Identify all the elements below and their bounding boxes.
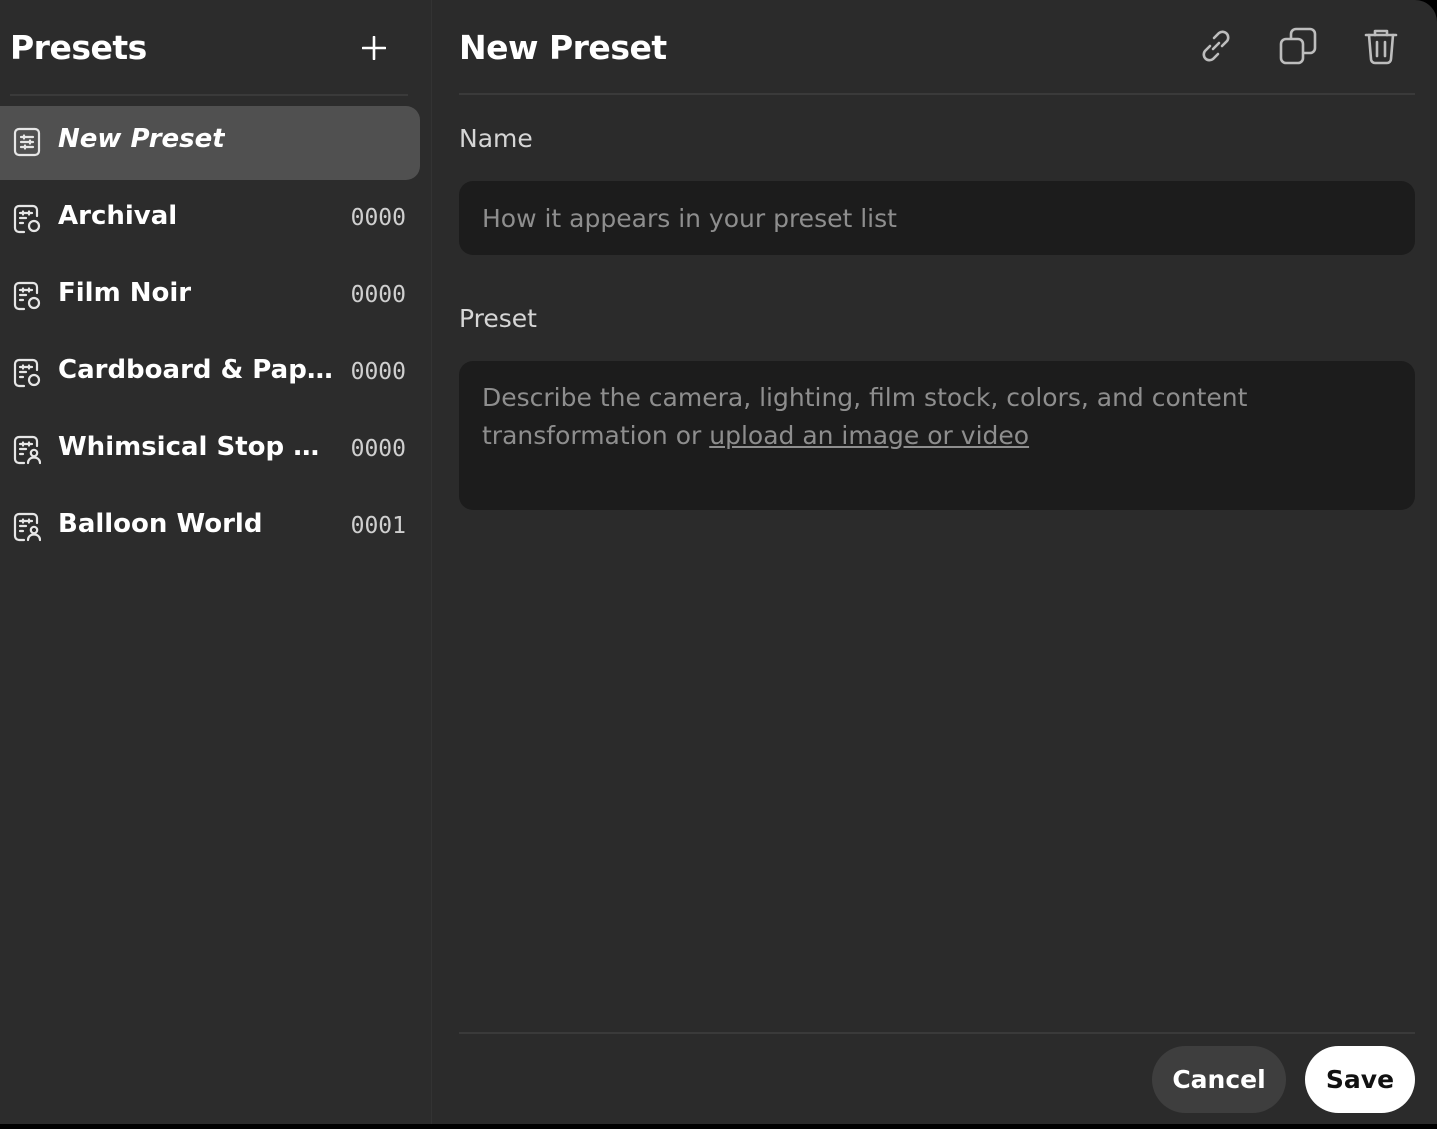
footer-divider bbox=[459, 1032, 1415, 1034]
preset-object-icon bbox=[13, 358, 41, 388]
sidebar-title: Presets bbox=[10, 28, 147, 67]
preset-item-archival[interactable]: Archival 0000 bbox=[0, 183, 420, 257]
preset-person-icon bbox=[13, 512, 41, 542]
copy-link-button[interactable] bbox=[1194, 24, 1238, 68]
name-input[interactable] bbox=[459, 181, 1415, 255]
preset-item-balloon-world[interactable]: Balloon World 0001 bbox=[0, 491, 420, 565]
name-field-container bbox=[459, 181, 1415, 255]
preset-list-icon bbox=[13, 127, 41, 157]
sidebar-header: Presets bbox=[10, 28, 408, 96]
save-button[interactable]: Save bbox=[1305, 1046, 1415, 1113]
presets-sidebar: Presets New Preset Archival 0000 Film No… bbox=[0, 0, 432, 1124]
page-title: New Preset bbox=[459, 28, 667, 67]
preset-person-icon bbox=[13, 435, 41, 465]
preset-item-label: Archival bbox=[58, 201, 178, 231]
plus-icon bbox=[362, 36, 386, 60]
preset-editor: New Preset Name How it appears in your p… bbox=[432, 0, 1437, 1124]
presets-dialog: Presets New Preset Archival 0000 Film No… bbox=[0, 0, 1437, 1124]
preset-placeholder: Describe the camera, lighting, film stoc… bbox=[482, 379, 1255, 455]
preset-item-count: 0000 bbox=[350, 282, 406, 308]
duplicate-icon bbox=[1279, 27, 1317, 65]
name-label: Name bbox=[459, 124, 533, 153]
preset-item-label: Balloon World bbox=[58, 509, 263, 539]
upload-media-link[interactable]: upload an image or video bbox=[709, 421, 1029, 450]
preset-item-count: 0000 bbox=[350, 359, 406, 385]
preset-item-count: 0001 bbox=[350, 513, 406, 539]
preset-object-icon bbox=[13, 281, 41, 311]
preset-item-count: 0000 bbox=[350, 436, 406, 462]
header-divider bbox=[459, 93, 1415, 95]
cancel-button[interactable]: Cancel bbox=[1152, 1046, 1286, 1113]
duplicate-button[interactable] bbox=[1276, 24, 1320, 68]
preset-item-label: Film Noir bbox=[58, 278, 192, 308]
preset-item-label: New Preset bbox=[58, 124, 225, 154]
trash-icon bbox=[1364, 29, 1398, 65]
delete-button[interactable] bbox=[1359, 24, 1403, 68]
preset-item-cardboard[interactable]: Cardboard & Paperc... 0000 bbox=[0, 337, 420, 411]
add-preset-button[interactable] bbox=[356, 30, 392, 66]
preset-item-new-preset[interactable]: New Preset bbox=[0, 106, 420, 180]
preset-item-whimsical[interactable]: Whimsical Stop Mot... 0000 bbox=[0, 414, 420, 488]
preset-label: Preset bbox=[459, 304, 537, 333]
link-icon bbox=[1202, 30, 1230, 62]
preset-list: New Preset Archival 0000 Film Noir 0000 … bbox=[0, 106, 420, 568]
preset-item-count: 0000 bbox=[350, 205, 406, 231]
preset-item-film-noir[interactable]: Film Noir 0000 bbox=[0, 260, 420, 334]
preset-item-label: Cardboard & Paperc... bbox=[58, 355, 340, 385]
preset-item-label: Whimsical Stop Mot... bbox=[58, 432, 340, 462]
preset-object-icon bbox=[13, 204, 41, 234]
preset-textarea[interactable]: Describe the camera, lighting, film stoc… bbox=[459, 361, 1415, 510]
